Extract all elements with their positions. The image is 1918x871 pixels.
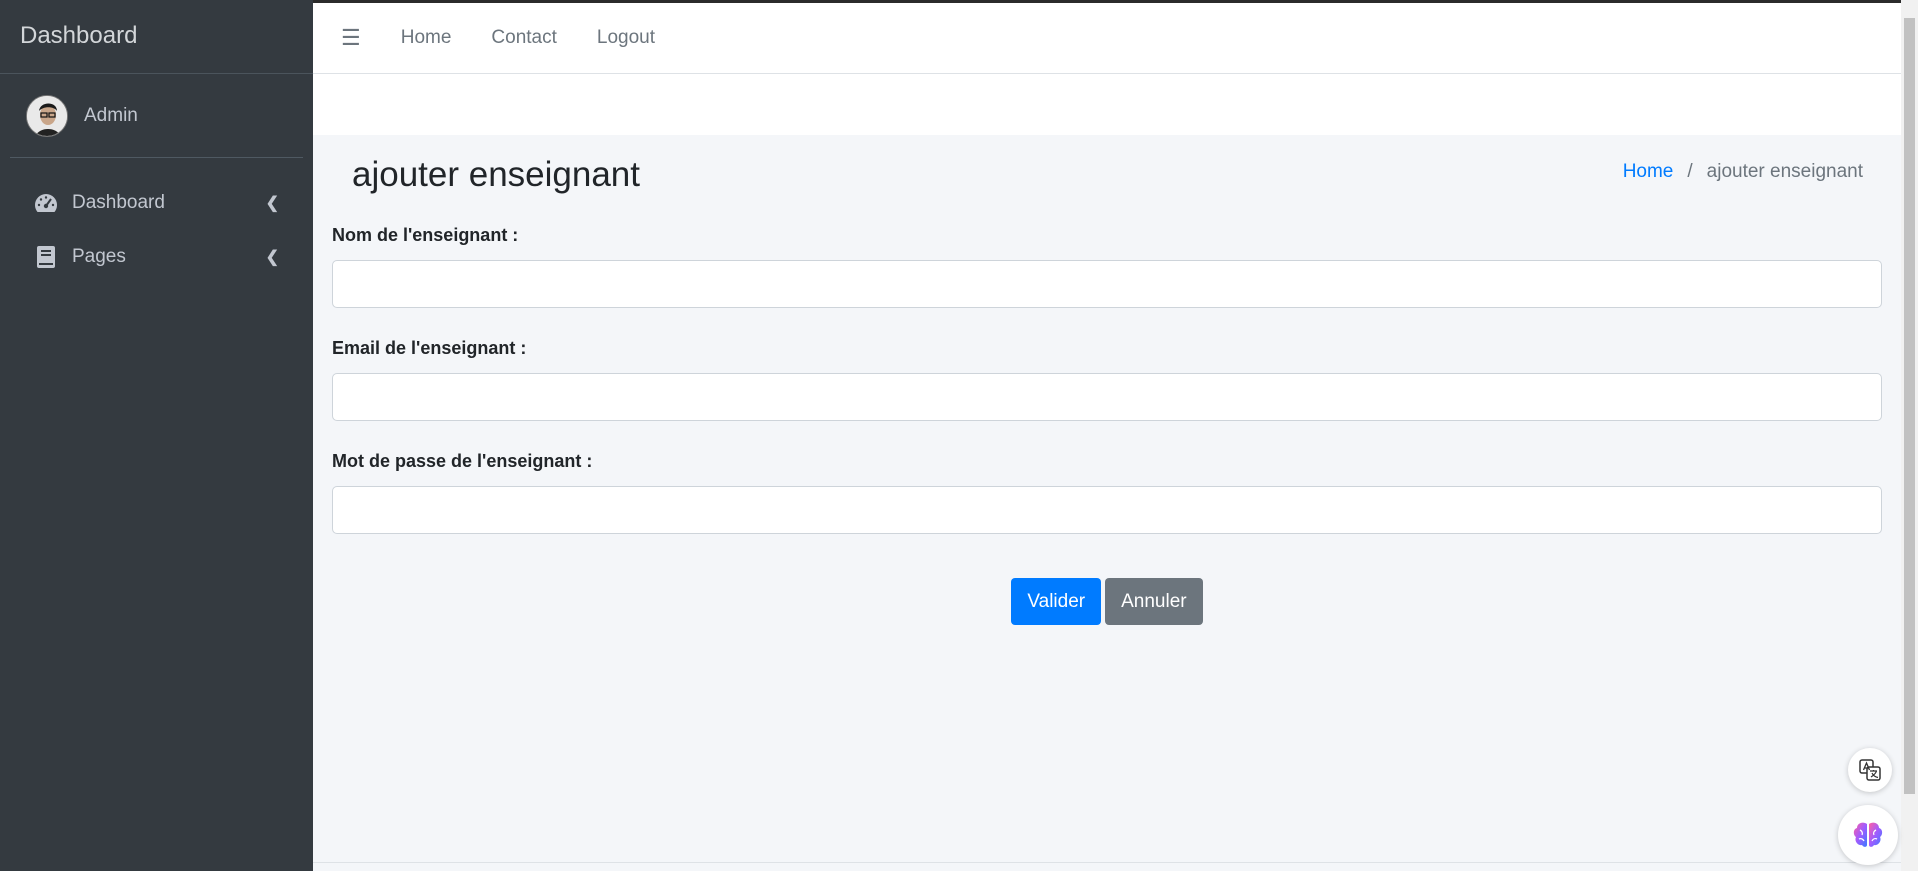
translate-icon <box>1859 759 1881 781</box>
form-actions: Valider Annuler <box>313 578 1901 625</box>
breadcrumb: Home / ajouter enseignant <box>1623 161 1863 183</box>
sidebar-item-pages[interactable]: Pages ❮ <box>12 234 301 280</box>
header-spacer <box>313 74 1901 135</box>
top-navbar: ☰ Home Contact Logout <box>313 0 1901 74</box>
brand-link[interactable]: Dashboard <box>0 0 313 74</box>
hamburger-menu-icon[interactable]: ☰ <box>341 25 361 51</box>
breadcrumb-separator: / <box>1687 161 1693 182</box>
footer-divider <box>313 862 1901 863</box>
book-icon <box>34 245 58 269</box>
avatar[interactable] <box>26 94 68 137</box>
password-label: Mot de passe de l'enseignant : <box>332 451 593 471</box>
tachometer-icon <box>34 191 58 215</box>
cancel-button[interactable]: Annuler <box>1105 578 1203 625</box>
user-panel: Admin <box>10 74 303 158</box>
teacher-name-input[interactable] <box>332 260 1882 308</box>
sidebar-item-label: Pages <box>72 246 126 267</box>
translate-button[interactable] <box>1848 748 1892 792</box>
breadcrumb-current: ajouter enseignant <box>1706 161 1863 182</box>
submit-button[interactable]: Valider <box>1011 578 1102 625</box>
user-avatar-icon <box>27 95 67 136</box>
form-group-email: Email de l'enseignant : <box>332 338 1882 421</box>
teacher-password-input[interactable] <box>332 486 1882 534</box>
sidebar-nav: Dashboard ❮ Pages ❮ <box>0 158 313 280</box>
nav-link-home[interactable]: Home <box>401 27 452 49</box>
sidebar: Dashboard Admin Dashboard ❮ Pages ❮ <box>0 0 313 871</box>
breadcrumb-home-link[interactable]: Home <box>1623 161 1674 183</box>
page-scrollbar[interactable] <box>1901 0 1918 871</box>
user-name[interactable]: Admin <box>84 105 138 127</box>
name-label: Nom de l'enseignant : <box>332 225 519 245</box>
form-group-password: Mot de passe de l'enseignant : <box>332 451 1882 534</box>
sidebar-item-dashboard[interactable]: Dashboard ❮ <box>12 180 301 226</box>
email-label: Email de l'enseignant : <box>332 338 527 358</box>
scrollbar-thumb[interactable] <box>1904 18 1915 794</box>
sidebar-item-label: Dashboard <box>72 192 165 213</box>
page-title: ajouter enseignant <box>352 155 640 194</box>
ai-assistant-button[interactable] <box>1838 805 1898 865</box>
form-group-name: Nom de l'enseignant : <box>332 225 1882 308</box>
main-content: ajouter enseignant Home / ajouter enseig… <box>313 135 1901 871</box>
brain-icon <box>1853 822 1883 847</box>
chevron-left-icon: ❮ <box>265 249 279 266</box>
chevron-left-icon: ❮ <box>265 195 279 212</box>
add-teacher-form: Nom de l'enseignant : Email de l'enseign… <box>332 225 1882 564</box>
nav-link-logout[interactable]: Logout <box>597 27 655 49</box>
nav-link-contact[interactable]: Contact <box>491 27 556 49</box>
teacher-email-input[interactable] <box>332 373 1882 421</box>
